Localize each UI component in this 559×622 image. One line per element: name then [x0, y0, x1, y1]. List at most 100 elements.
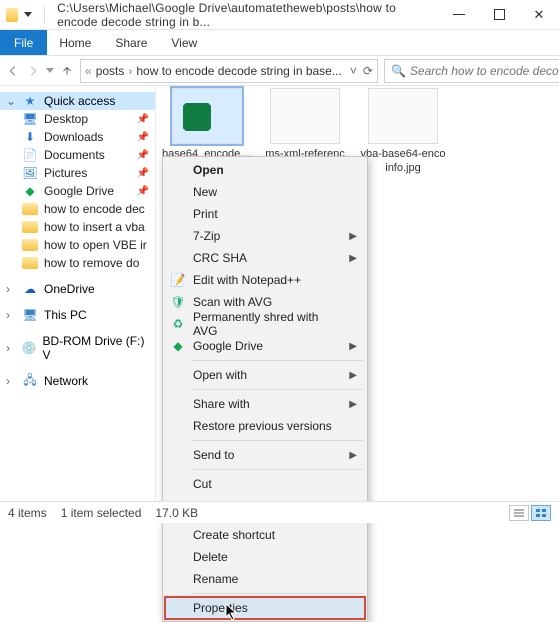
shield-icon: 🛡: [170, 295, 186, 309]
menu-item-properties[interactable]: Properties: [165, 597, 365, 619]
icons-view-button[interactable]: [531, 505, 551, 521]
menu-item-rename[interactable]: Rename: [165, 568, 365, 590]
close-icon: [534, 7, 545, 23]
minimize-button[interactable]: [439, 0, 479, 30]
separator: [191, 469, 363, 470]
desktop-icon: 🖥: [22, 112, 38, 126]
forward-button[interactable]: [26, 60, 40, 82]
onedrive-icon: ☁: [22, 282, 38, 296]
file-thumbnail: [368, 88, 438, 144]
sidebar-item-desktop[interactable]: 🖥Desktop📌: [0, 110, 155, 128]
context-menu: Open New Print 7-Zip▶ CRC SHA▶ 📝Edit wit…: [162, 156, 368, 622]
breadcrumb[interactable]: how to encode decode string in base...: [136, 64, 341, 78]
sidebar-item-documents[interactable]: 📄Documents📌: [0, 146, 155, 164]
share-tab[interactable]: Share: [103, 30, 159, 55]
notepadpp-icon: 📝: [170, 273, 186, 287]
menu-item-shred-avg[interactable]: ♻Permanently shred with AVG: [165, 313, 365, 335]
menu-item-share-with[interactable]: Share with▶: [165, 393, 365, 415]
chevron-right-icon: ▶: [349, 450, 357, 461]
file-item[interactable]: info.jpg: [358, 162, 448, 174]
maximize-button[interactable]: [479, 0, 519, 30]
sidebar-item-bdrom[interactable]: ›💿BD-ROM Drive (F:) V: [0, 332, 155, 364]
sidebar-item-label: BD-ROM Drive (F:) V: [42, 334, 149, 362]
refresh-icon[interactable]: ⟳: [363, 64, 373, 78]
sidebar-item-folder[interactable]: how to insert a vba: [0, 218, 155, 236]
menu-item-crc-sha[interactable]: CRC SHA▶: [165, 247, 365, 269]
file-tab[interactable]: File: [0, 30, 47, 55]
view-tab[interactable]: View: [159, 30, 209, 55]
menu-item-create-shortcut[interactable]: Create shortcut: [165, 524, 365, 546]
google-drive-icon: ◆: [170, 339, 186, 353]
sidebar-item-folder[interactable]: how to remove do: [0, 254, 155, 272]
sidebar-item-label: how to remove do: [44, 256, 139, 270]
separator: [191, 593, 363, 594]
pin-icon: 📌: [137, 168, 149, 179]
list-icon: [514, 509, 524, 517]
back-button[interactable]: [6, 60, 20, 82]
sidebar-item-label: Network: [44, 374, 88, 388]
search-box[interactable]: 🔍: [384, 59, 559, 83]
disc-icon: 💿: [21, 341, 36, 355]
file-thumbnail: [172, 88, 242, 144]
menu-item-google-drive[interactable]: ◆Google Drive▶: [165, 335, 365, 357]
google-drive-icon: ◆: [22, 184, 38, 198]
menu-item-open[interactable]: Open: [165, 159, 365, 181]
sidebar-item-label: how to insert a vba: [44, 220, 145, 234]
menu-item-new[interactable]: New: [165, 181, 365, 203]
sidebar-item-this-pc[interactable]: ›🖥This PC: [0, 306, 155, 324]
separator: [191, 440, 363, 441]
menu-item-delete[interactable]: Delete: [165, 546, 365, 568]
file-list[interactable]: base64_encode_d ms-xml-referenc vba-base…: [156, 86, 559, 501]
pin-icon: 📌: [137, 114, 149, 125]
details-view-button[interactable]: [509, 505, 529, 521]
status-size: 17.0 KB: [155, 506, 198, 520]
sidebar-item-folder[interactable]: how to open VBE ir: [0, 236, 155, 254]
sidebar-item-label: This PC: [44, 308, 87, 322]
status-selected: 1 item selected: [61, 506, 142, 520]
sidebar-item-quick-access[interactable]: ⌄ ★ Quick access: [0, 92, 155, 110]
chevron-down-icon[interactable]: ⌄: [6, 94, 16, 108]
sidebar-item-label: Google Drive: [44, 184, 114, 198]
file-item[interactable]: ms-xml-referenc: [260, 88, 350, 160]
menu-item-send-to[interactable]: Send to▶: [165, 444, 365, 466]
sidebar-item-downloads[interactable]: ⬇Downloads📌: [0, 128, 155, 146]
window-title: C:\Users\Michael\Google Drive\automateth…: [57, 1, 439, 29]
dropdown-icon[interactable]: ˅: [350, 64, 357, 78]
menu-item-open-with[interactable]: Open with▶: [165, 364, 365, 386]
sidebar-item-label: how to open VBE ir: [44, 238, 147, 252]
search-input[interactable]: [410, 64, 559, 78]
sidebar-item-google-drive[interactable]: ◆ Google Drive 📌: [0, 182, 155, 200]
chevron-right-icon: ▶: [349, 253, 357, 264]
pin-icon: 📌: [137, 186, 149, 197]
grid-icon: [536, 509, 546, 517]
address-bar: « posts › how to encode decode string in…: [0, 56, 559, 86]
menu-item-7zip[interactable]: 7-Zip▶: [165, 225, 365, 247]
pictures-icon: 🖼: [22, 166, 38, 180]
up-button[interactable]: [60, 60, 74, 82]
file-item[interactable]: vba-base64-enco: [358, 88, 448, 160]
home-tab[interactable]: Home: [47, 30, 103, 55]
menu-item-print[interactable]: Print: [165, 203, 365, 225]
chevron-right-icon[interactable]: ›: [128, 64, 132, 78]
menu-item-restore-previous[interactable]: Restore previous versions: [165, 415, 365, 437]
qat-dropdown-icon[interactable]: [24, 12, 32, 17]
network-icon: 🖧: [22, 374, 38, 388]
file-item[interactable]: base64_encode_d: [162, 88, 252, 160]
menu-item-cut[interactable]: Cut: [165, 473, 365, 495]
sidebar-item-onedrive[interactable]: ›☁OneDrive: [0, 280, 155, 298]
title-bar: C:\Users\Michael\Google Drive\automateth…: [0, 0, 559, 30]
sidebar-item-label: Quick access: [44, 94, 115, 108]
close-button[interactable]: [519, 0, 559, 30]
documents-icon: 📄: [22, 148, 38, 162]
menu-item-edit-notepadpp[interactable]: 📝Edit with Notepad++: [165, 269, 365, 291]
sidebar-item-label: Documents: [44, 148, 105, 162]
sidebar-item-network[interactable]: ›🖧Network: [0, 372, 155, 390]
breadcrumb[interactable]: posts: [96, 64, 125, 78]
ribbon-tabs: File Home Share View: [0, 30, 559, 56]
history-dropdown-icon[interactable]: [46, 68, 54, 73]
sidebar-item-pictures[interactable]: 🖼Pictures📌: [0, 164, 155, 182]
divider: [44, 6, 45, 24]
sidebar-item-folder[interactable]: how to encode dec: [0, 200, 155, 218]
sidebar-item-label: Downloads: [44, 130, 103, 144]
address-input[interactable]: « posts › how to encode decode string in…: [80, 59, 378, 83]
